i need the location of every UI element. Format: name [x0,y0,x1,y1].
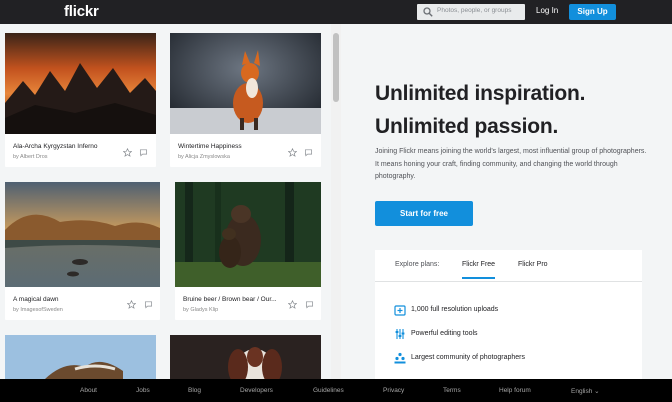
plans-label: Explore plans: [395,261,440,268]
top-navigation-bar: flickr Photos, people, or groups Log In … [0,0,672,24]
footer-link-help-forum[interactable]: Help forum [499,387,531,394]
feature-text: Powerful editing tools [411,330,478,337]
photo-title[interactable]: A magical dawn [13,296,123,303]
star-icon[interactable] [123,148,132,157]
community-icon [394,352,406,364]
scrollbar-thumb[interactable] [333,33,339,102]
signup-button[interactable]: Sign Up [569,4,616,20]
hero-line-2: Unlimited passion. [375,115,559,138]
sliders-icon [395,329,405,339]
photo-author[interactable]: by Albert Dros [13,154,48,160]
photo-title[interactable]: Bruine beer / Brown bear / Our... [183,296,287,303]
footer-link-about[interactable]: About [80,387,97,394]
star-icon[interactable] [288,148,297,157]
photo-author[interactable]: by Alicja Zmyslowska [178,154,230,160]
login-link[interactable]: Log In [536,6,558,15]
plans-tabs: Explore plans: Flickr Free Flickr Pro [375,250,642,282]
photo-card[interactable] [170,335,321,379]
footer-link-jobs[interactable]: Jobs [136,387,150,394]
footer-link-privacy[interactable]: Privacy [383,387,404,394]
photo-title[interactable]: Ala-Archa Kyrgyzstan Inferno [13,143,123,150]
footer-link-developers[interactable]: Developers [240,387,273,394]
tab-flickr-free[interactable]: Flickr Free [462,261,496,279]
photo-thumbnail[interactable] [170,335,321,379]
photo-title[interactable]: Wintertime Happiness [178,143,288,150]
search-placeholder: Photos, people, or groups [437,7,512,14]
hero-headline: Unlimited inspiration. Unlimited passion… [375,77,585,143]
feature-text: 1,000 full resolution uploads [411,306,499,313]
photo-author[interactable]: by Gladys Klip [183,307,218,313]
search-box[interactable]: Photos, people, or groups [417,4,525,20]
upload-icon [394,305,406,316]
comment-icon[interactable] [144,300,153,309]
footer-link-terms[interactable]: Terms [443,387,461,394]
feature-text: Largest community of photographers [411,354,526,361]
star-icon[interactable] [288,300,297,309]
photo-thumbnail[interactable] [170,33,321,134]
comment-icon[interactable] [139,148,148,157]
footer-link-guidelines[interactable]: Guidelines [313,387,344,394]
photo-thumbnail[interactable] [5,33,156,134]
footer-link-blog[interactable]: Blog [188,387,201,394]
footer: About Jobs Blog Developers Guidelines Pr… [0,379,672,402]
hero-description: Joining Flickr means joining the world's… [375,148,647,180]
star-icon[interactable] [127,300,136,309]
photo-card[interactable]: Ala-Archa Kyrgyzstan Inferno by Albert D… [5,33,156,167]
photo-card[interactable]: A magical dawn by ImagesofSweden [5,182,160,320]
photo-thumbnail[interactable] [5,182,160,287]
comment-icon[interactable] [305,300,314,309]
photo-thumbnail[interactable] [175,182,321,287]
photo-card[interactable]: Wintertime Happiness by Alicja Zmyslowsk… [170,33,321,167]
photo-thumbnail[interactable] [5,335,156,379]
search-icon [423,7,433,17]
hero-line-1: Unlimited inspiration. [375,82,586,105]
photo-card[interactable]: Bruine beer / Brown bear / Our... by Gla… [175,182,321,320]
plans-card: Explore plans: Flickr Free Flickr Pro 1,… [375,250,642,379]
language-selector[interactable]: English ⌄ [571,387,600,395]
tab-flickr-pro[interactable]: Flickr Pro [518,261,548,268]
photo-card[interactable] [5,335,156,379]
start-for-free-button[interactable]: Start for free [375,201,473,226]
comment-icon[interactable] [304,148,313,157]
photo-author[interactable]: by ImagesofSweden [13,307,63,313]
flickr-logo[interactable]: flickr [64,3,99,20]
